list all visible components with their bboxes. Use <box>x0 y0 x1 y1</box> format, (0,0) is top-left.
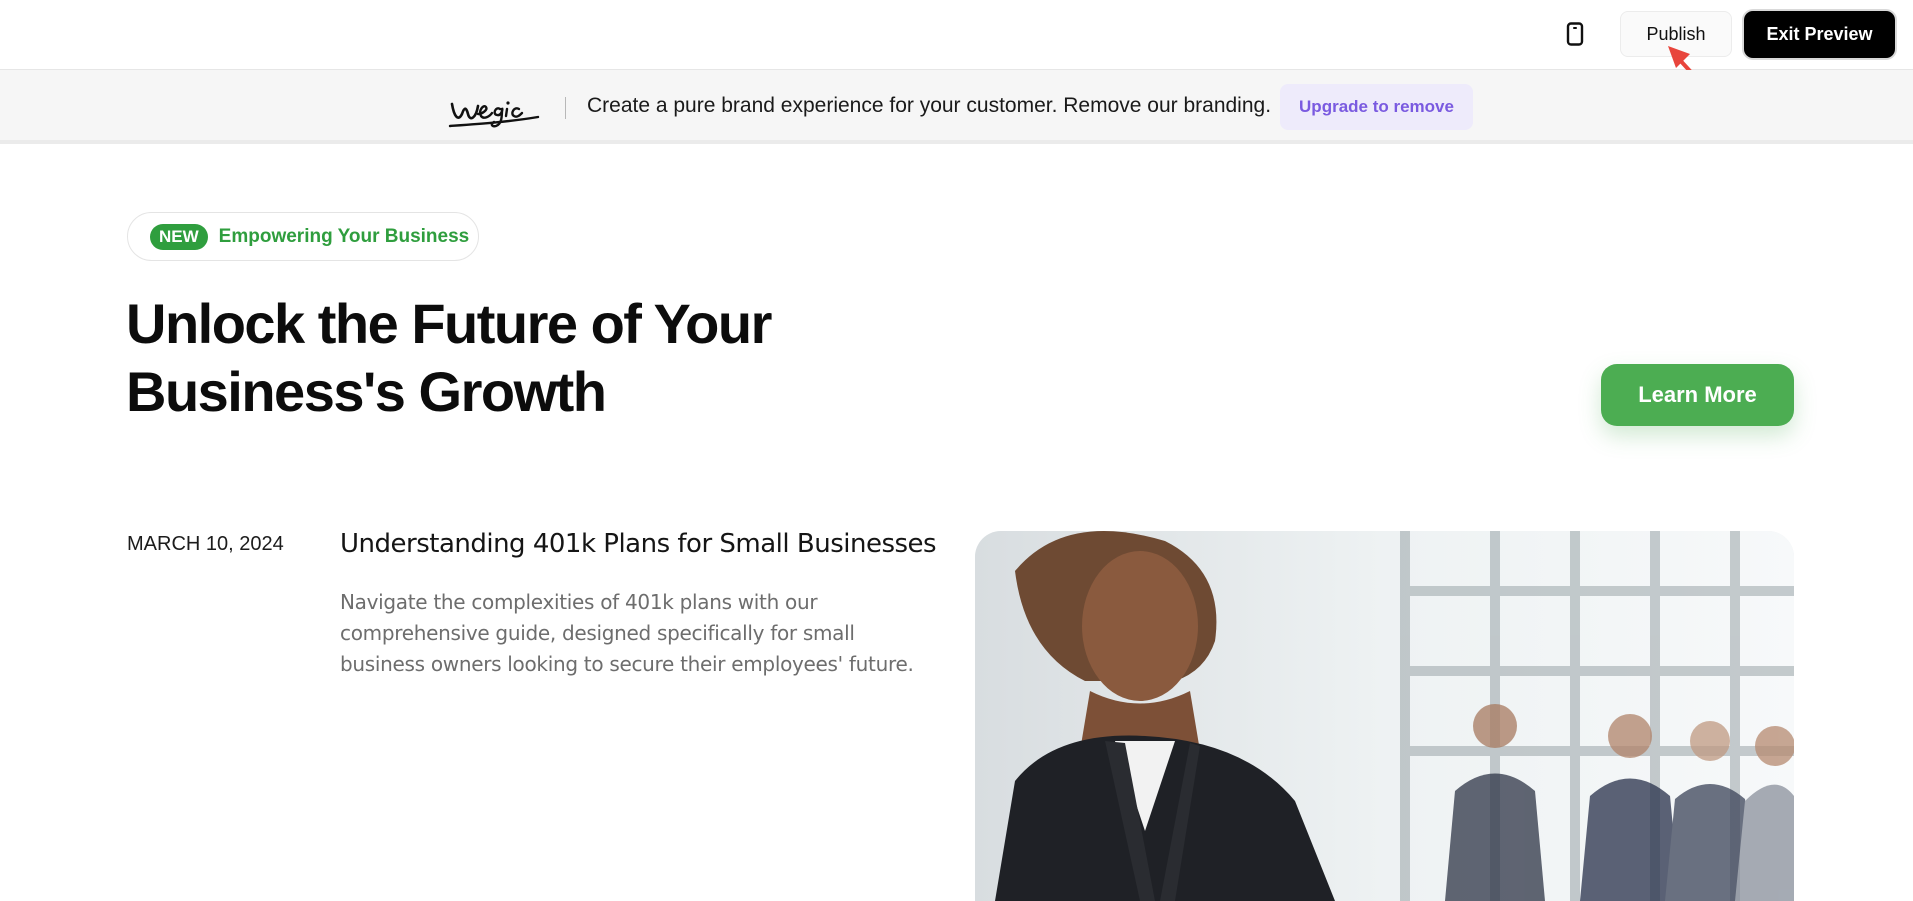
new-pill: NEW <box>150 223 208 250</box>
article-date: MARCH 10, 2024 <box>127 533 284 555</box>
hero-badge: NEW Empowering Your Business <box>127 212 479 261</box>
wegic-logo: wegic <box>448 84 540 128</box>
branding-banner: wegic Create a pure brand experience for… <box>0 70 1913 144</box>
exit-preview-button[interactable]: Exit Preview <box>1744 11 1895 58</box>
badge-text: Empowering Your Business <box>218 225 470 247</box>
mobile-device-icon[interactable] <box>1562 21 1588 47</box>
article-image[interactable] <box>975 531 1794 901</box>
banner-divider <box>565 97 566 119</box>
branding-message: Create a pure brand experience for your … <box>587 94 1272 117</box>
article-title[interactable]: Understanding 401k Plans for Small Busin… <box>340 529 937 559</box>
hero-title: Unlock the Future of Your Business's Gro… <box>126 292 772 423</box>
article-excerpt: Navigate the complexities of 401k plans … <box>340 590 914 676</box>
svg-text:wegic: wegic <box>448 84 451 85</box>
preview-toolbar: Publish Exit Preview <box>0 0 1913 108</box>
upgrade-to-remove-button[interactable]: Upgrade to remove <box>1280 84 1473 130</box>
learn-more-button[interactable]: Learn More <box>1601 364 1794 426</box>
